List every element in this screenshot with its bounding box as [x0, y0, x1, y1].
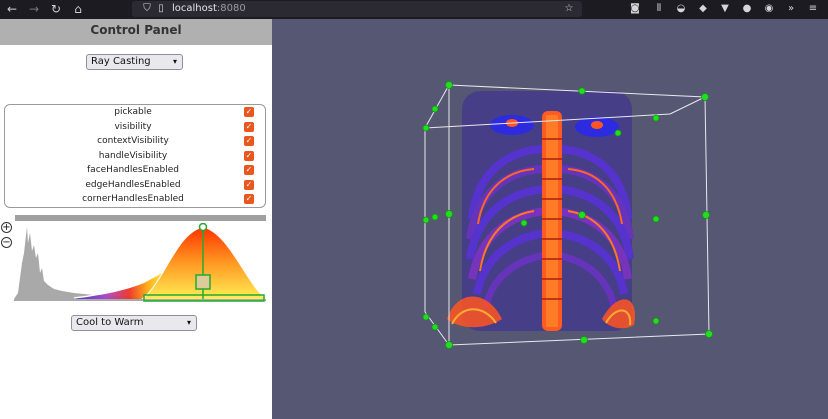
render-mode-select[interactable]: Ray Casting ▾ — [86, 54, 183, 70]
pickable-checkbox[interactable]: ✓ — [244, 107, 254, 117]
library-icon[interactable]: ⫴ — [652, 2, 666, 16]
property-row: faceHandlesEnabled ✓ — [87, 165, 254, 175]
transfer-function-range-bar[interactable] — [15, 215, 266, 221]
extension-icon[interactable]: ◒ — [674, 2, 688, 16]
browser-toolbar: ← → ↻ ⌂ ⛉ ▯ localhost:8080 ☆ ◙ ⫴ ◒ ◆ ▼ ●… — [0, 0, 828, 19]
back-arrow-icon[interactable]: ← — [4, 1, 20, 17]
property-row: cornerHandlesEnabled ✓ — [82, 194, 254, 204]
page-icon: ▯ — [158, 3, 164, 14]
chevron-down-icon: ▾ — [186, 318, 191, 327]
zoom-in-button[interactable]: + — [1, 222, 12, 233]
context-visibility-checkbox[interactable]: ✓ — [244, 136, 254, 146]
forward-arrow-icon[interactable]: → — [26, 1, 42, 17]
peak-handle[interactable] — [198, 223, 208, 232]
reload-icon[interactable]: ↻ — [48, 1, 64, 17]
pocket-icon[interactable]: ◙ — [628, 2, 642, 16]
handle-visibility-checkbox[interactable]: ✓ — [244, 150, 254, 161]
panel-title: Control Panel — [0, 19, 272, 45]
extension-icon[interactable]: ◉ — [762, 2, 776, 16]
url-bar[interactable]: ⛉ ▯ localhost:8080 ☆ — [132, 1, 582, 17]
volume-render-scene[interactable] — [272, 19, 828, 419]
overflow-chevron-icon[interactable]: » — [784, 2, 798, 16]
ribcage-volume — [447, 91, 635, 331]
widget-properties: pickable ✓ visibility ✓ contextVisibilit… — [4, 104, 266, 208]
face-handles-checkbox[interactable]: ✓ — [244, 165, 254, 175]
bookmark-star-icon[interactable]: ☆ — [562, 2, 576, 16]
extension-icon[interactable]: ▼ — [718, 2, 732, 16]
shield-icon[interactable]: ⛉ — [140, 2, 154, 16]
colormap-select[interactable]: Cool to Warm ▾ — [71, 315, 197, 331]
hamburger-menu-icon[interactable]: ≡ — [806, 2, 820, 16]
visibility-checkbox[interactable]: ✓ — [244, 121, 254, 132]
chevron-down-icon: ▾ — [172, 57, 177, 66]
extension-icon[interactable]: ◆ — [696, 2, 710, 16]
control-panel: Control Panel Ray Casting ▾ pickable ✓ vi… — [0, 19, 272, 419]
home-icon[interactable]: ⌂ — [70, 1, 86, 17]
edge-handles-checkbox[interactable]: ✓ — [244, 179, 254, 190]
opacity-transfer-function-editor[interactable] — [14, 223, 266, 305]
property-row: contextVisibility ✓ — [97, 136, 254, 146]
property-row: visibility ✓ — [114, 121, 254, 132]
render-viewport[interactable] — [272, 19, 828, 419]
url-text[interactable]: localhost:8080 — [172, 2, 246, 16]
extension-icon[interactable]: ● — [740, 2, 754, 16]
center-handle[interactable] — [195, 274, 211, 290]
corner-handles-checkbox[interactable]: ✓ — [244, 194, 254, 204]
property-row: pickable ✓ — [114, 107, 254, 117]
property-row: edgeHandlesEnabled ✓ — [85, 179, 254, 190]
zoom-out-button[interactable]: − — [1, 237, 12, 248]
property-row: handleVisibility ✓ — [98, 150, 254, 161]
